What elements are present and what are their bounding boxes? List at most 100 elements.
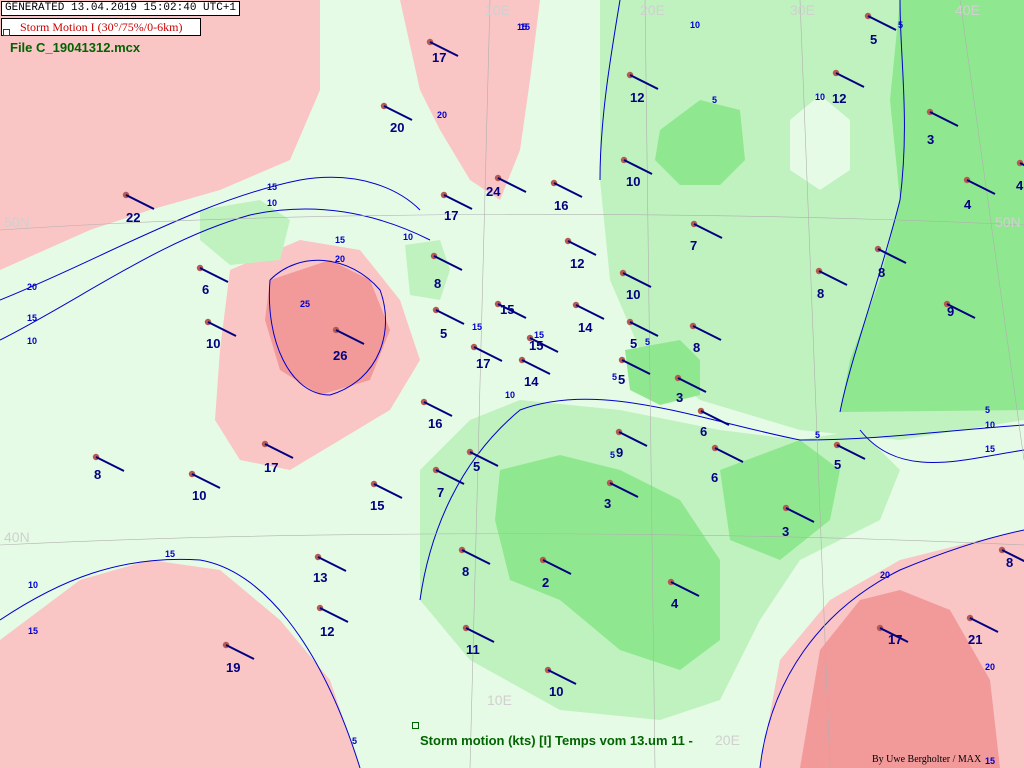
station-value: 8 bbox=[462, 564, 469, 579]
station-value: 10 bbox=[192, 488, 206, 503]
contour-label: 20 bbox=[880, 570, 890, 580]
station-value: 8 bbox=[817, 286, 824, 301]
author-credit: By Uwe Bergholter / MAX bbox=[872, 754, 982, 765]
storm-motion-map: 10E 20E 30E 40E 10E 20E 50N 40N 50N 15 2… bbox=[0, 0, 1024, 768]
station-value: 15 bbox=[529, 338, 543, 353]
station-value: 21 bbox=[968, 632, 982, 647]
lat-label: 50N bbox=[995, 214, 1021, 230]
contour-label: 20 bbox=[335, 254, 345, 264]
station-value: 2 bbox=[542, 575, 549, 590]
contour-label: 10 bbox=[985, 420, 995, 430]
station-value: 16 bbox=[554, 198, 568, 213]
station-value: 5 bbox=[870, 32, 877, 47]
contour-label: 5 bbox=[610, 450, 615, 460]
station-value: 22 bbox=[126, 210, 140, 225]
lon-label: 10E bbox=[487, 692, 512, 708]
map-caption: Storm motion (kts) [I] Temps vom 13.um 1… bbox=[420, 733, 693, 748]
station-value: 17 bbox=[888, 632, 902, 647]
station-value: 7 bbox=[690, 238, 697, 253]
lat-label: 50N bbox=[4, 214, 30, 230]
contour-label: 20 bbox=[437, 110, 447, 120]
contour-label: 15 bbox=[985, 444, 995, 454]
station-value: 9 bbox=[947, 304, 954, 319]
station-value: 24 bbox=[486, 184, 501, 199]
station-value: 6 bbox=[711, 470, 718, 485]
station-value: 4 bbox=[1016, 178, 1024, 193]
contour-label: 15 bbox=[267, 182, 277, 192]
lat-label: 40N bbox=[4, 529, 30, 545]
station-value: 3 bbox=[676, 390, 683, 405]
lon-label: 30E bbox=[790, 2, 815, 18]
station-value: 5 bbox=[630, 336, 637, 351]
station-value: 8 bbox=[693, 340, 700, 355]
title-marker bbox=[3, 29, 10, 36]
generated-timestamp: GENERATED 13.04.2019 15:02:40 UTC+1 bbox=[1, 1, 241, 16]
contour-label: 15 bbox=[985, 756, 995, 766]
contour-label: 10 bbox=[815, 92, 825, 102]
contour-label: 15 bbox=[520, 22, 530, 32]
station-value: 17 bbox=[476, 356, 490, 371]
lon-label: 10E bbox=[485, 2, 510, 18]
contour-label: 10 bbox=[505, 390, 515, 400]
station-value: 4 bbox=[671, 596, 679, 611]
contour-label: 15 bbox=[335, 235, 345, 245]
station-value: 17 bbox=[432, 50, 446, 65]
station-value: 8 bbox=[878, 265, 885, 280]
station-value: 5 bbox=[618, 372, 625, 387]
contour-label: 5 bbox=[612, 372, 617, 382]
station-value: 12 bbox=[630, 90, 644, 105]
station-value: 11 bbox=[466, 642, 480, 657]
lon-label: 40E bbox=[955, 2, 980, 18]
contour-label: 10 bbox=[28, 580, 38, 590]
contour-label: 10 bbox=[27, 336, 37, 346]
file-name: File C_19041312.mcx bbox=[10, 40, 141, 55]
contour-label: 5 bbox=[985, 405, 990, 415]
station-value: 3 bbox=[604, 496, 611, 511]
contour-label: 5 bbox=[898, 20, 903, 30]
station-value: 12 bbox=[570, 256, 584, 271]
station-value: 10 bbox=[206, 336, 220, 351]
contour-label: 25 bbox=[300, 299, 310, 309]
station-value: 17 bbox=[444, 208, 458, 223]
station-value: 3 bbox=[782, 524, 789, 539]
station-value: 14 bbox=[524, 374, 539, 389]
station-value: 4 bbox=[964, 197, 972, 212]
contour-label: 15 bbox=[27, 313, 37, 323]
contour-label: 5 bbox=[815, 430, 820, 440]
contour-label: 5 bbox=[645, 337, 650, 347]
station-value: 10 bbox=[626, 174, 640, 189]
station-value: 14 bbox=[578, 320, 593, 335]
map-title: Storm Motion I (30°/75%/0-6km) bbox=[1, 18, 202, 36]
station-value: 13 bbox=[313, 570, 327, 585]
station-value: 20 bbox=[390, 120, 404, 135]
station-value: 12 bbox=[320, 624, 334, 639]
station-value: 16 bbox=[428, 416, 442, 431]
contour-label: 15 bbox=[28, 626, 38, 636]
station-value: 15 bbox=[370, 498, 384, 513]
contour-label: 10 bbox=[690, 20, 700, 30]
caption-marker bbox=[412, 722, 419, 729]
station-value: 5 bbox=[834, 457, 841, 472]
station-value: 19 bbox=[226, 660, 240, 675]
contour-label: 5 bbox=[352, 736, 357, 746]
contour-label: 10 bbox=[267, 198, 277, 208]
station-value: 12 bbox=[832, 91, 846, 106]
station-value: 8 bbox=[94, 467, 101, 482]
contour-label: 20 bbox=[27, 282, 37, 292]
station-value: 15 bbox=[500, 302, 514, 317]
contour-label: 10 bbox=[403, 232, 413, 242]
station-value: 8 bbox=[434, 276, 441, 291]
station-value: 6 bbox=[700, 424, 707, 439]
station-value: 10 bbox=[626, 287, 640, 302]
station-value: 7 bbox=[437, 485, 444, 500]
station-value: 5 bbox=[440, 326, 447, 341]
contour-label: 15 bbox=[472, 322, 482, 332]
lon-label: 20E bbox=[640, 2, 665, 18]
station-value: 26 bbox=[333, 348, 347, 363]
contour-label: 20 bbox=[985, 662, 995, 672]
station-value: 5 bbox=[473, 459, 480, 474]
station-value: 10 bbox=[549, 684, 563, 699]
contour-label: 5 bbox=[712, 95, 717, 105]
station-value: 8 bbox=[1006, 555, 1013, 570]
station-value: 3 bbox=[927, 132, 934, 147]
